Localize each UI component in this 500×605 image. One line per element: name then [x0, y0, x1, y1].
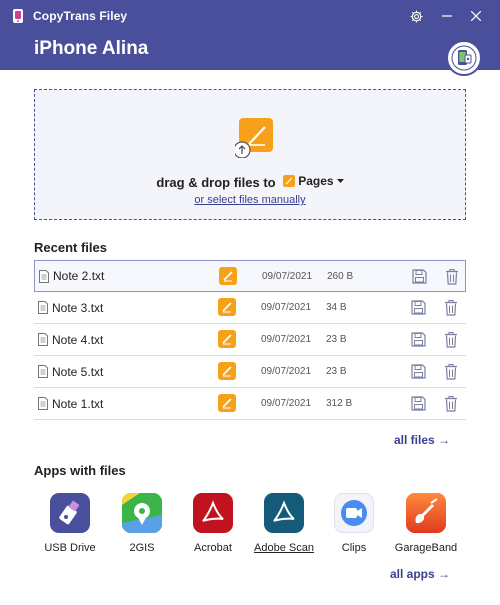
copytrans-logo-icon	[11, 8, 25, 24]
minimize-button[interactable]	[433, 0, 461, 32]
2gis-icon	[122, 493, 162, 533]
recent-files-title: Recent files	[34, 240, 107, 255]
file-row[interactable]: Note 4.txt 09/07/2021 23 B	[34, 324, 466, 356]
iphone-badge-icon	[451, 45, 477, 71]
app-label: GarageBand	[394, 542, 458, 554]
text-file-icon	[38, 365, 48, 378]
drop-zone[interactable]: drag & drop files to Pages or select fil…	[34, 89, 466, 220]
save-icon[interactable]	[411, 332, 426, 347]
apps-with-files-title: Apps with files	[34, 463, 126, 478]
pages-icon	[218, 330, 236, 348]
target-app-dropdown[interactable]: Pages	[283, 174, 344, 188]
file-name: Note 2.txt	[53, 269, 105, 283]
pages-icon	[218, 362, 236, 380]
all-files-link[interactable]: all files →	[394, 433, 450, 447]
save-icon[interactable]	[412, 269, 427, 284]
file-name: Note 3.txt	[52, 300, 104, 315]
settings-button[interactable]	[402, 0, 430, 32]
garageband-icon	[406, 493, 446, 533]
pages-icon	[219, 267, 237, 285]
text-file-icon	[38, 333, 48, 346]
app-label: 2GIS	[129, 542, 155, 554]
device-header: iPhone Alina	[0, 32, 500, 70]
file-size: 260 B	[327, 270, 354, 282]
clips-icon	[334, 493, 374, 533]
pages-icon	[283, 175, 296, 187]
app-label: Acrobat	[194, 542, 232, 554]
adobe-scan-icon	[264, 493, 304, 533]
trash-icon[interactable]	[444, 331, 458, 348]
acrobat-icon	[193, 493, 233, 533]
select-files-link[interactable]: or select files manually	[35, 194, 465, 206]
file-row[interactable]: Note 5.txt 09/07/2021 23 B	[34, 356, 466, 388]
pages-icon	[218, 394, 236, 412]
app-clips[interactable]: Clips	[314, 493, 394, 554]
file-name: Note 4.txt	[52, 332, 104, 347]
file-row[interactable]: Note 1.txt 09/07/2021 312 B	[34, 388, 466, 420]
file-name: Note 5.txt	[52, 364, 104, 379]
file-row[interactable]: Note 2.txt 09/07/2021 260 B	[34, 260, 466, 292]
chevron-down-icon	[336, 178, 344, 183]
drop-zone-text: drag & drop files to Pages	[35, 174, 465, 190]
all-apps-link[interactable]: all apps →	[390, 567, 450, 581]
save-icon[interactable]	[411, 364, 426, 379]
trash-icon[interactable]	[445, 268, 459, 285]
file-date: 09/07/2021	[261, 398, 312, 409]
window-title: CopyTrans Filey	[33, 9, 128, 23]
app-acrobat[interactable]: Acrobat	[173, 493, 253, 554]
file-date: 09/07/2021	[261, 302, 312, 313]
file-name: Note 1.txt	[52, 396, 104, 411]
file-size: 23 B	[326, 334, 347, 345]
file-date: 09/07/2021	[261, 366, 312, 377]
recent-files-list: Note 2.txt 09/07/2021 260 B Note 3.txt 0…	[34, 260, 466, 420]
close-button[interactable]	[462, 0, 490, 32]
save-icon[interactable]	[411, 396, 426, 411]
file-size: 312 B	[326, 398, 353, 409]
trash-icon[interactable]	[444, 363, 458, 380]
upload-pages-icon	[233, 118, 273, 159]
file-date: 09/07/2021	[261, 334, 312, 345]
close-icon	[471, 11, 481, 21]
app-garageband[interactable]: GarageBand	[386, 493, 466, 554]
app-label: Clips	[341, 542, 367, 554]
pages-icon	[218, 298, 236, 316]
app-label: USB Drive	[44, 542, 96, 554]
device-name: iPhone Alina	[34, 38, 149, 59]
file-size: 23 B	[326, 366, 347, 377]
minimize-icon	[442, 15, 452, 17]
text-file-icon	[39, 270, 49, 283]
save-icon[interactable]	[411, 300, 426, 315]
device-badge[interactable]	[446, 40, 482, 76]
trash-icon[interactable]	[444, 299, 458, 316]
title-bar: CopyTrans Filey	[0, 0, 500, 32]
usb-drive-icon	[50, 493, 90, 533]
app-usb-drive[interactable]: USB Drive	[30, 493, 110, 554]
file-row[interactable]: Note 3.txt 09/07/2021 34 B	[34, 292, 466, 324]
app-adobe-scan[interactable]: Adobe Scan	[244, 493, 324, 554]
text-file-icon	[38, 301, 48, 314]
file-date: 09/07/2021	[262, 270, 313, 282]
app-label: Adobe Scan	[254, 542, 314, 554]
text-file-icon	[38, 397, 48, 410]
gear-icon	[410, 10, 422, 22]
app-2gis[interactable]: 2GIS	[102, 493, 182, 554]
file-size: 34 B	[326, 302, 347, 313]
trash-icon[interactable]	[444, 395, 458, 412]
